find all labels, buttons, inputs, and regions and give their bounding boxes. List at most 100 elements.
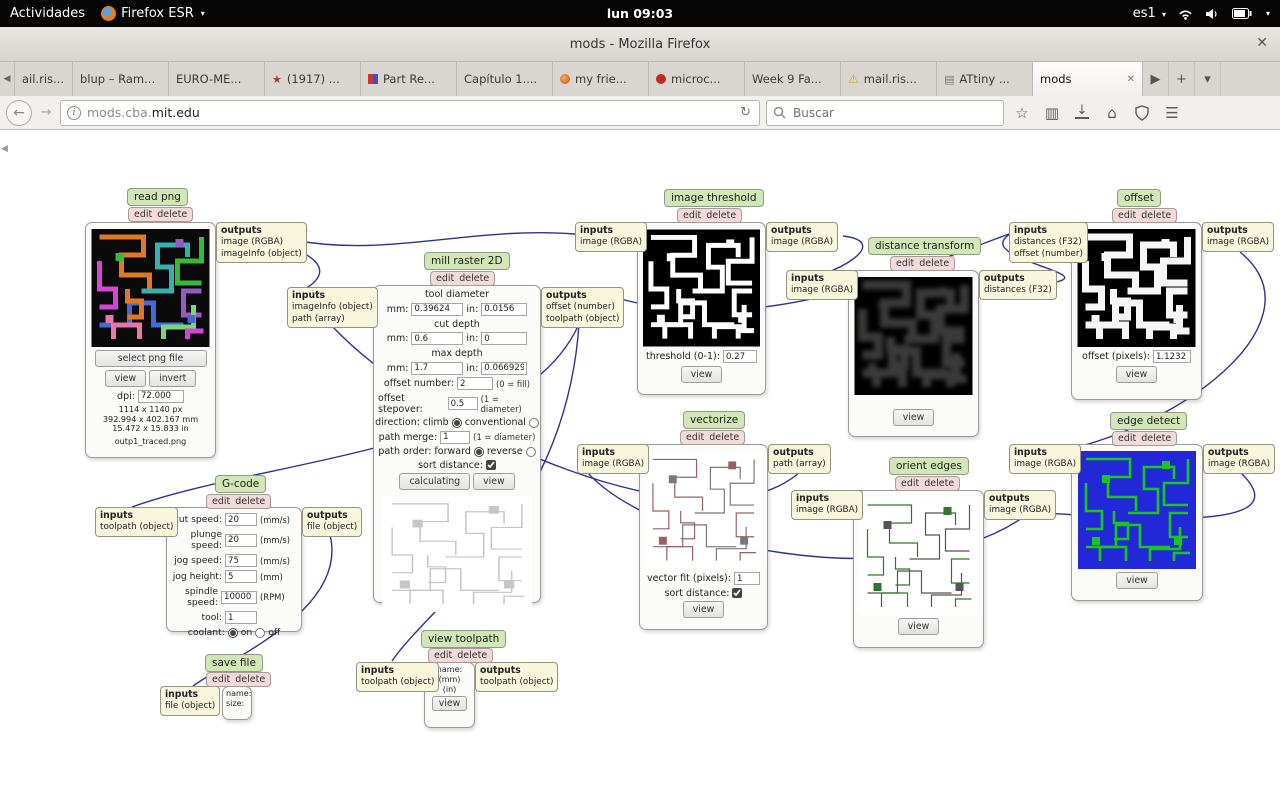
jog-speed-input[interactable]	[225, 554, 257, 567]
outputs-tag[interactable]: outputs path (array)	[768, 444, 831, 474]
direction-climb-radio[interactable]	[451, 417, 462, 428]
delete-link[interactable]: delete	[157, 209, 187, 220]
tab[interactable]: ▤ ATtiny ...	[937, 62, 1033, 96]
tab[interactable]: blup – Ram...	[73, 62, 169, 96]
activities-button[interactable]: Actividades	[10, 6, 85, 21]
inputs-tag[interactable]: inputs file (object)	[160, 686, 221, 716]
outputs-tag[interactable]: outputs image (RGBA)	[1203, 444, 1276, 474]
tool-input[interactable]	[225, 611, 257, 624]
edit-link[interactable]: edit	[901, 478, 919, 489]
module-title[interactable]: image threshold	[664, 189, 764, 207]
view-button[interactable]: view	[104, 370, 147, 387]
tab[interactable]: ★ (1917) ...	[265, 62, 361, 96]
view-button[interactable]: view	[897, 618, 940, 635]
module-title[interactable]: orient edges	[889, 457, 969, 475]
module-title[interactable]: vectorize	[683, 411, 746, 429]
battery-icon[interactable]	[1231, 8, 1252, 19]
tab-scroll-left-icon[interactable]: ◀	[0, 62, 15, 96]
outputs-tag[interactable]: outputs image (RGBA)	[766, 222, 839, 252]
direction-conventional-radio[interactable]	[528, 417, 539, 428]
tab-scroll-right-icon[interactable]: ▶	[1143, 62, 1169, 96]
select-png-file-button[interactable]: select png file	[94, 350, 207, 367]
edit-link[interactable]: edit	[686, 432, 704, 443]
module-panel[interactable]: view	[848, 270, 979, 437]
tab-close-icon[interactable]: ✕	[1127, 74, 1135, 85]
calculating-button[interactable]: calculating	[399, 473, 471, 490]
edit-link[interactable]: edit	[436, 273, 454, 284]
tab[interactable]: Part Re...	[361, 62, 457, 96]
delete-link[interactable]: delete	[709, 432, 739, 443]
wifi-icon[interactable]	[1178, 8, 1193, 20]
app-menu[interactable]: Firefox ESR ▾	[101, 6, 205, 21]
home-icon[interactable]: ⌂	[1100, 104, 1124, 122]
module-title[interactable]: save file	[205, 654, 263, 672]
tool-diameter-in-input[interactable]	[481, 302, 528, 316]
module-panel[interactable]: vector fit (pixels): sort distance: view	[639, 444, 768, 630]
offset-pixels-input[interactable]	[1152, 350, 1191, 363]
tab-mods-active[interactable]: mods ✕	[1033, 62, 1143, 96]
edit-link[interactable]: edit	[1118, 210, 1136, 221]
tab[interactable]: my frie...	[553, 62, 649, 96]
delete-link[interactable]: delete	[235, 674, 265, 685]
scroll-left-hint-icon[interactable]: ◀	[1, 144, 8, 154]
bookmark-star-icon[interactable]: ☆	[1010, 104, 1034, 122]
delete-link[interactable]: delete	[924, 478, 954, 489]
outputs-tag[interactable]: outputs offset (number) toolpath (object…	[541, 287, 625, 328]
outputs-tag[interactable]: outputs image (RGBA)	[984, 490, 1057, 520]
path-order-reverse-radio[interactable]	[525, 446, 536, 457]
module-panel[interactable]: name: size:	[222, 686, 252, 720]
outputs-tag[interactable]: outputs image (RGBA)	[1202, 222, 1275, 252]
sort-distance-checkbox[interactable]	[732, 588, 743, 598]
inputs-tag[interactable]: inputs image (RGBA)	[577, 444, 650, 474]
coolant-off-radio[interactable]	[255, 627, 266, 638]
path-order-forward-radio[interactable]	[473, 446, 484, 457]
url-bar[interactable]: i mods.cba.mit.edu ↻	[60, 99, 760, 126]
menu-hamburger-icon[interactable]: ☰	[1160, 104, 1184, 122]
bookmarks-panel-icon[interactable]: ▥	[1040, 104, 1064, 122]
view-button[interactable]: view	[473, 473, 515, 490]
reload-icon[interactable]: ↻	[740, 105, 753, 120]
delete-link[interactable]: delete	[235, 496, 265, 507]
keyboard-layout-indicator[interactable]: es1 ▾	[1133, 6, 1166, 21]
cut-speed-input[interactable]	[225, 513, 257, 526]
tab[interactable]: Capítulo 1....	[457, 62, 553, 96]
edit-link[interactable]: edit	[1118, 433, 1136, 444]
view-button[interactable]: view	[892, 409, 935, 426]
edit-link[interactable]: edit	[212, 496, 230, 507]
view-button[interactable]: view	[1116, 572, 1158, 589]
tab[interactable]: Week 9 Fa...	[745, 62, 841, 96]
search-bar[interactable]	[766, 99, 1004, 126]
tab[interactable]: EURO-ME...	[169, 62, 265, 96]
edit-link[interactable]: edit	[896, 258, 914, 269]
new-tab-button[interactable]: +	[1169, 62, 1195, 96]
mods-program-canvas[interactable]: ◀ read png edit delete select png file v…	[0, 130, 1280, 800]
delete-link[interactable]: delete	[1141, 210, 1171, 221]
view-button[interactable]: view	[682, 601, 725, 618]
threshold-input[interactable]	[722, 350, 757, 363]
dpi-input[interactable]	[137, 389, 184, 403]
edit-link[interactable]: edit	[212, 674, 230, 685]
cut-depth-mm-input[interactable]	[411, 332, 464, 345]
module-title[interactable]: G-code	[215, 475, 267, 493]
inputs-tag[interactable]: inputs image (RGBA)	[791, 490, 864, 520]
inputs-tag[interactable]: inputs imageInfo (object) path (array)	[287, 287, 378, 328]
delete-link[interactable]: delete	[457, 650, 487, 661]
edit-link[interactable]: edit	[134, 209, 152, 220]
module-panel[interactable]: view	[1071, 444, 1203, 601]
max-depth-in-input[interactable]	[481, 361, 528, 375]
delete-link[interactable]: delete	[706, 210, 736, 221]
module-panel[interactable]: view	[853, 490, 984, 648]
outputs-tag[interactable]: outputs distances (F32)	[979, 270, 1057, 300]
plunge-speed-input[interactable]	[225, 533, 257, 547]
inputs-tag[interactable]: inputs toolpath (object)	[95, 507, 179, 537]
edit-link[interactable]: edit	[683, 210, 701, 221]
module-title[interactable]: view toolpath	[421, 630, 507, 648]
offset-number-input[interactable]	[456, 377, 493, 390]
search-input[interactable]	[791, 104, 971, 121]
delete-link[interactable]: delete	[1141, 433, 1171, 444]
offset-stepover-input[interactable]	[447, 397, 478, 410]
invert-button[interactable]: invert	[149, 370, 197, 387]
inputs-tag[interactable]: inputs image (RGBA)	[786, 270, 859, 300]
site-info-icon[interactable]: i	[67, 105, 81, 120]
module-panel[interactable]: select png file view invert dpi: 1114 x …	[85, 222, 216, 458]
